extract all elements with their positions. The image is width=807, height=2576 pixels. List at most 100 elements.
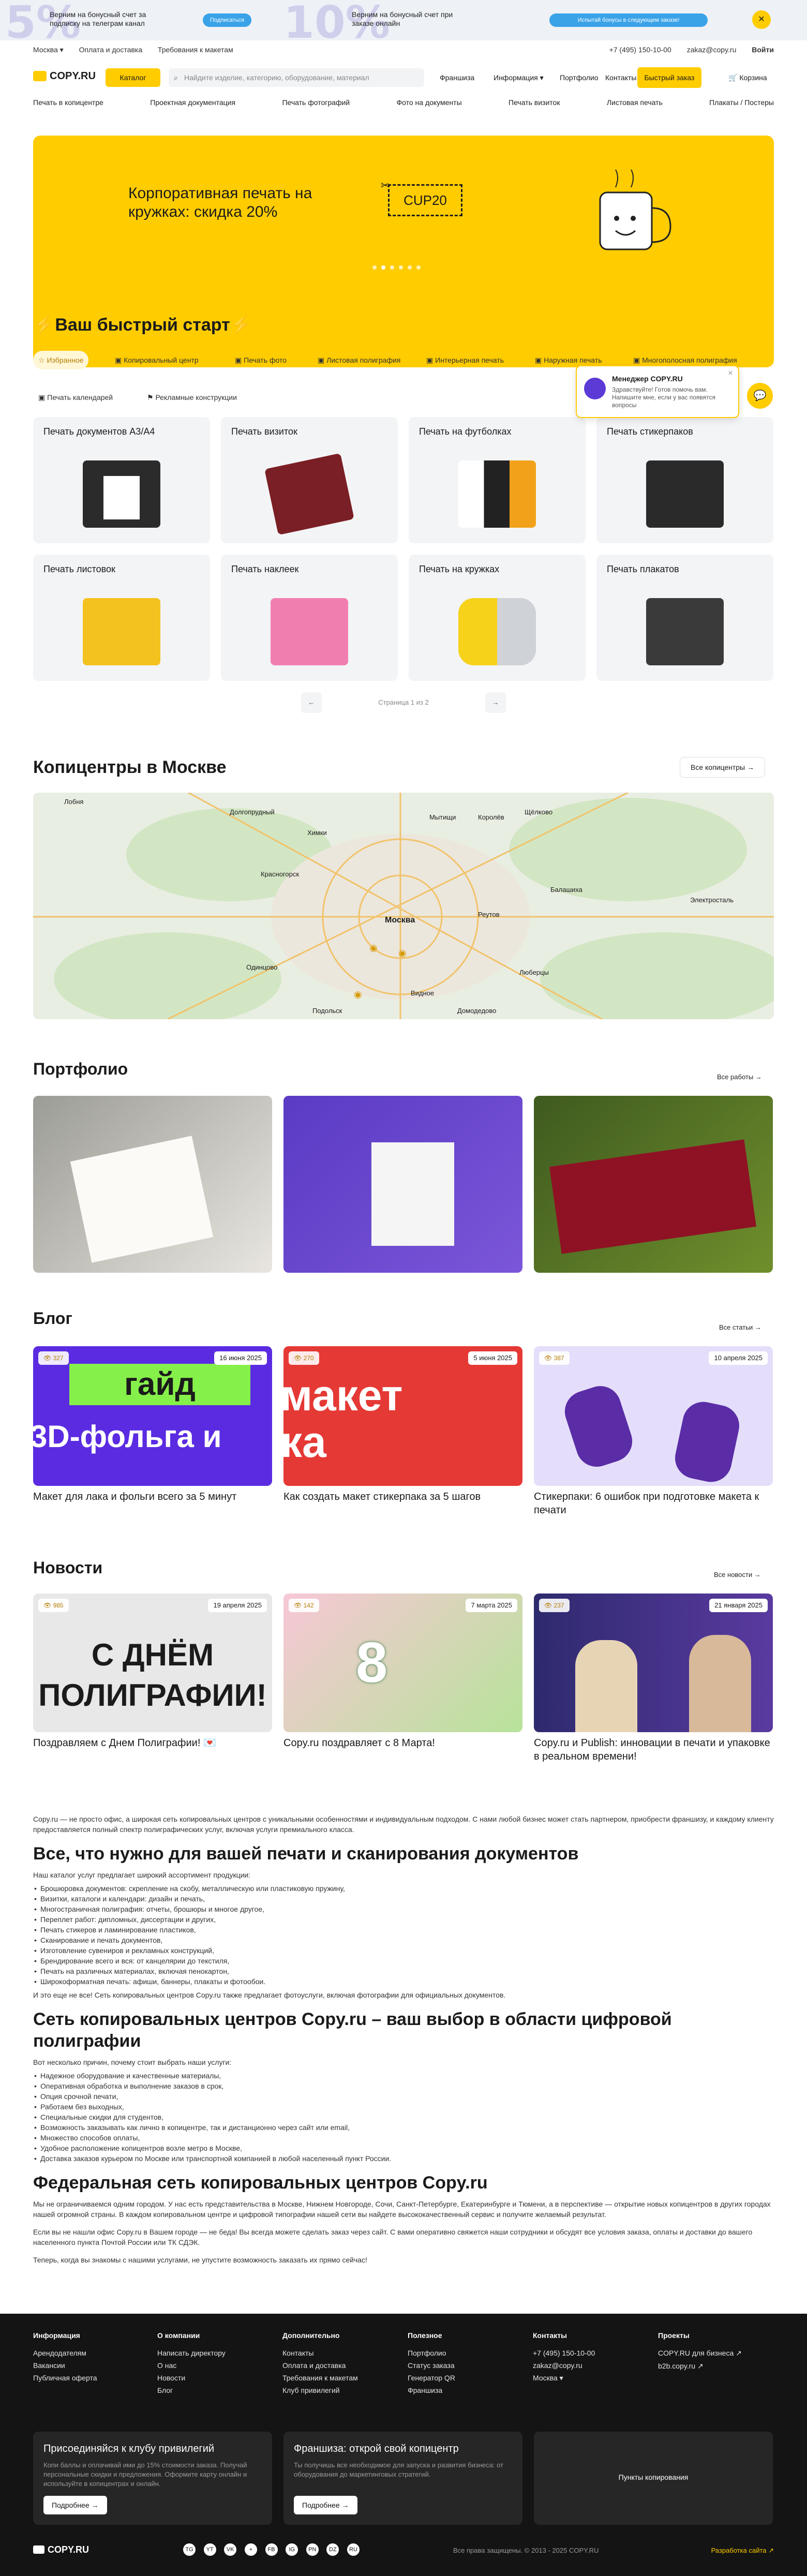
footer-link[interactable]: +7 (495) 150-10-00 (533, 2349, 647, 2357)
product-card[interactable]: Печать на кружках (409, 555, 586, 681)
tab-photo[interactable]: ▣ Печать фото (230, 351, 292, 369)
portfolio-item[interactable] (534, 1096, 773, 1273)
footer-link[interactable]: Портфолио (408, 2349, 521, 2357)
product-card[interactable]: Печать наклеек (221, 555, 398, 681)
footer-link[interactable]: Франшиза (408, 2386, 521, 2394)
fast-order-button[interactable]: Быстрый заказ (637, 67, 701, 88)
vk-icon[interactable]: VK (224, 2543, 237, 2556)
logo[interactable]: COPY.RU (33, 70, 96, 82)
map-marker-icon[interactable]: ◉ (369, 943, 378, 954)
cart-button[interactable]: 🛒 Корзина (728, 73, 767, 82)
phone-link[interactable]: +7 (495) 150-10-00 (609, 46, 671, 54)
tab-advertising[interactable]: ⚑ Рекламные конструкции (142, 388, 242, 407)
chat-widget[interactable]: Менеджер COPY.RU Здравствуйте! Готов пом… (576, 365, 739, 418)
footer-link[interactable]: Публичная оферта (33, 2374, 147, 2382)
product-card[interactable]: Печать документов А3/А4 (33, 417, 210, 543)
footer-link[interactable]: Арендодателям (33, 2349, 147, 2357)
catalog-button[interactable]: Каталог (106, 68, 160, 87)
telegram-icon[interactable]: TG (183, 2543, 196, 2556)
news-card[interactable]: С ДНЁМ ПОЛИГРАФИИ! 👁 985 19 апреля 2025 (33, 1594, 272, 1732)
footer-link[interactable]: Генератор QR (408, 2374, 521, 2382)
search-input[interactable]: ⌕ Найдите изделие, категорию, оборудовани… (169, 68, 424, 87)
banner-pagination[interactable] (372, 263, 425, 272)
email-link[interactable]: zakaz@copy.ru (687, 46, 737, 54)
facebook-icon[interactable]: FB (265, 2543, 278, 2556)
blog-card[interactable]: макет ка 👁 270 5 июня 2025 (283, 1346, 522, 1486)
news-caption[interactable]: Copy.ru поздравляет с 8 Марта! (283, 1736, 522, 1750)
tab-sheet[interactable]: ▣ Листовая полиграфия (312, 351, 406, 369)
chat-icon[interactable]: 💬 (747, 383, 773, 409)
points-button[interactable]: Пункты копирования (534, 2473, 773, 2481)
nav-contacts[interactable]: Контакты (605, 73, 636, 82)
map[interactable]: Лобня Долгопрудный Химки Мытищи Королёв … (33, 793, 774, 1019)
points-card[interactable]: Пункты копирования (534, 2432, 773, 2525)
blog-caption[interactable]: Как создать макет стикерпака за 5 шагов (283, 1490, 522, 1503)
blog-card[interactable]: гайд 3D-фольга и 👁 327 16 июня 2025 (33, 1346, 272, 1486)
footer-link[interactable]: Написать директору (157, 2349, 271, 2357)
portfolio-item[interactable] (33, 1096, 272, 1273)
product-card[interactable]: Печать стикерпаков (596, 417, 773, 543)
product-card[interactable]: Печать листовок (33, 555, 210, 681)
rutube-icon[interactable]: RU (347, 2543, 360, 2556)
next-page-button[interactable]: → (485, 692, 506, 713)
blog-caption[interactable]: Макет для лака и фольги всего за 5 минут (33, 1490, 272, 1503)
delivery-link[interactable]: Оплата и доставка (79, 46, 142, 54)
tab-favorites[interactable]: ☆ Избранное (33, 351, 89, 369)
youtube-icon[interactable]: YT (203, 2543, 216, 2556)
footer-link[interactable]: COPY.RU для бизнеса ↗ (658, 2349, 772, 2358)
footer-link[interactable]: Блог (157, 2386, 271, 2394)
nav-portfolio[interactable]: Портфолио (560, 73, 599, 82)
news-card[interactable]: 👁 237 21 января 2025 (534, 1594, 773, 1732)
blog-caption[interactable]: Стикерпаки: 6 ошибок при подготовке маке… (534, 1490, 773, 1517)
category-link[interactable]: Листовая печать (607, 98, 663, 107)
category-link[interactable]: Печать визиток (509, 98, 560, 107)
bonus-button[interactable]: Испытай бонусы в следующем заказе! (549, 13, 708, 27)
instagram-icon[interactable]: IG (286, 2543, 298, 2556)
category-link[interactable]: Проектная документация (150, 98, 235, 107)
footer-link[interactable]: Контакты (282, 2349, 396, 2357)
city-select[interactable]: Москва ▾ (33, 46, 64, 54)
tab-copy-center[interactable]: ▣ Копировальный центр (110, 351, 204, 369)
footer-link[interactable]: Новости (157, 2374, 271, 2382)
tab-calendars[interactable]: ▣ Печать календарей (33, 388, 118, 407)
nav-franchise[interactable]: Франшиза (440, 73, 474, 82)
footer-link[interactable]: Вакансии (33, 2361, 147, 2370)
close-icon[interactable]: ✕ (752, 10, 771, 29)
tab-interior[interactable]: ▣ Интерьерная печать (421, 351, 509, 369)
login-link[interactable]: Войти (752, 46, 774, 54)
news-caption[interactable]: Copy.ru и Publish: инновации в печати и … (534, 1736, 773, 1763)
all-news-link[interactable]: Все новости → (714, 1571, 761, 1579)
news-card[interactable]: 8 👁 142 7 марта 2025 (283, 1594, 522, 1732)
all-copycenters-button[interactable]: Все копицентры → (680, 757, 766, 778)
pinterest-icon[interactable]: PN (306, 2543, 319, 2556)
map-marker-icon[interactable]: ◉ (354, 989, 362, 1000)
footer-link[interactable]: Требования к макетам (282, 2374, 396, 2382)
product-card[interactable]: Печать плакатов (596, 555, 773, 681)
map-marker-icon[interactable]: ◉ (398, 948, 407, 959)
developer-link[interactable]: Разработка сайта ↗ (711, 2547, 774, 2555)
footer-link[interactable]: О нас (157, 2361, 271, 2370)
category-link[interactable]: Плакаты / Постеры (709, 98, 774, 107)
footer-link[interactable]: Москва ▾ (533, 2374, 647, 2383)
dzen-icon[interactable]: DZ (326, 2543, 339, 2556)
nav-info[interactable]: Информация ▾ (494, 73, 544, 82)
footer-link[interactable]: zakaz@copy.ru (533, 2361, 647, 2370)
category-link[interactable]: Печать в копицентре (33, 98, 103, 107)
news-caption[interactable]: Поздравляем с Днем Полиграфии! 💌 (33, 1736, 272, 1750)
footer-link[interactable]: Оплата и доставка (282, 2361, 396, 2370)
footer-link[interactable]: Клуб привилегий (282, 2386, 396, 2394)
franchise-more-button[interactable]: Подробнее → (294, 2496, 357, 2514)
portfolio-item[interactable] (283, 1096, 522, 1273)
all-articles-link[interactable]: Все статьи → (719, 1323, 761, 1331)
club-more-button[interactable]: Подробнее → (43, 2496, 107, 2514)
blog-card[interactable]: 👁 387 10 апреля 2025 (534, 1346, 773, 1486)
product-card[interactable]: Печать на футболках (409, 417, 586, 543)
category-link[interactable]: Фото на документы (396, 98, 461, 107)
product-card[interactable]: Печать визиток (221, 417, 398, 543)
plus-icon[interactable]: + (244, 2543, 257, 2556)
footer-logo[interactable]: COPY.RU (33, 2544, 89, 2555)
all-works-link[interactable]: Все работы → (717, 1073, 762, 1081)
footer-link[interactable]: b2b.copy.ru ↗ (658, 2362, 772, 2371)
requirements-link[interactable]: Требования к макетам (158, 46, 233, 54)
subscribe-button[interactable]: Подписаться (203, 13, 251, 27)
